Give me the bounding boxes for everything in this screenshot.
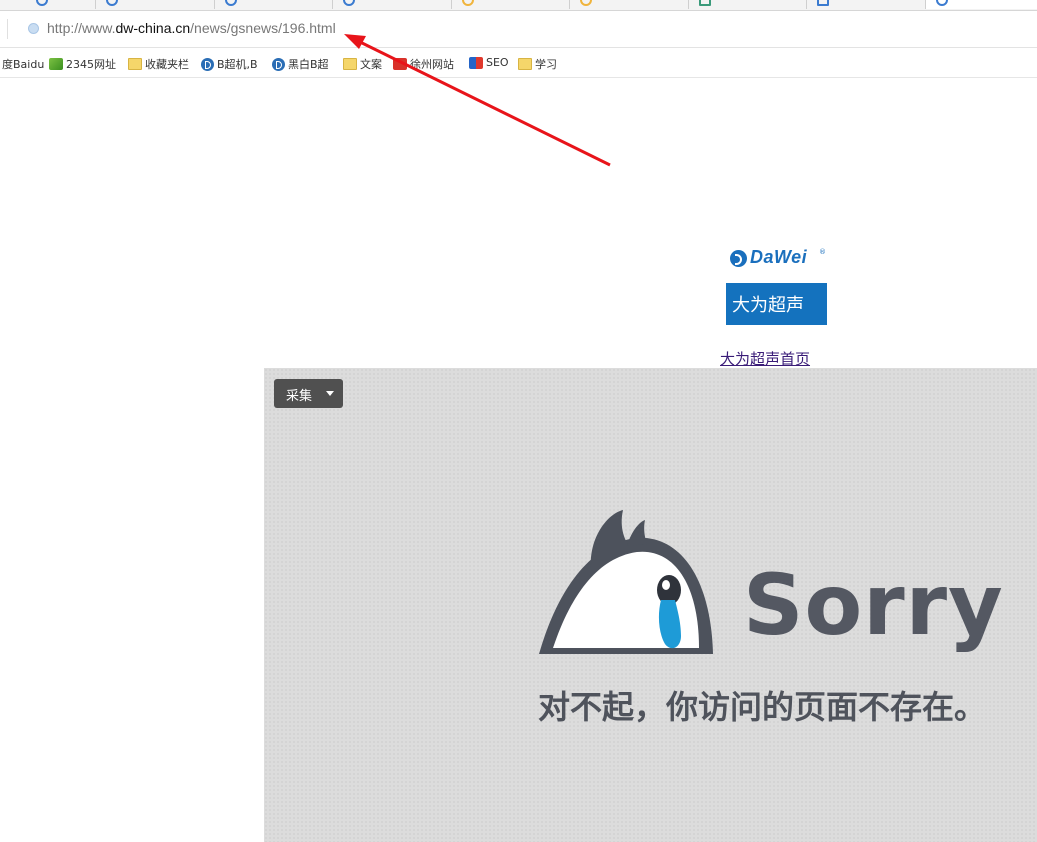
logo-top: DaWei ® <box>726 226 827 283</box>
dawei-logo-icon <box>730 250 747 267</box>
logo-wordmark: DaWei <box>750 247 808 267</box>
annotation-arrow-line <box>355 38 611 167</box>
crying-mascot-icon <box>539 510 713 654</box>
logo-bottom: 大为超声 <box>726 283 827 325</box>
collect-button-label: 采集 <box>286 389 313 404</box>
annotation-arrow-head <box>344 34 366 49</box>
sorry-title: Sorry <box>743 556 1004 654</box>
logo-chinese-text: 大为超声 <box>732 295 804 316</box>
collect-button[interactable]: 采集 <box>274 379 343 408</box>
logo-registered-mark: ® <box>819 248 826 256</box>
caret-down-icon <box>326 391 334 396</box>
error-panel: 采集 Sorry 对不起，你访问的页面不存在。 <box>264 368 1037 842</box>
home-link[interactable]: 大为超声首页 <box>720 348 810 369</box>
dawei-logo[interactable]: DaWei ® 大为超声 <box>726 226 827 325</box>
sorry-message: 对不起，你访问的页面不存在。 <box>538 688 987 726</box>
